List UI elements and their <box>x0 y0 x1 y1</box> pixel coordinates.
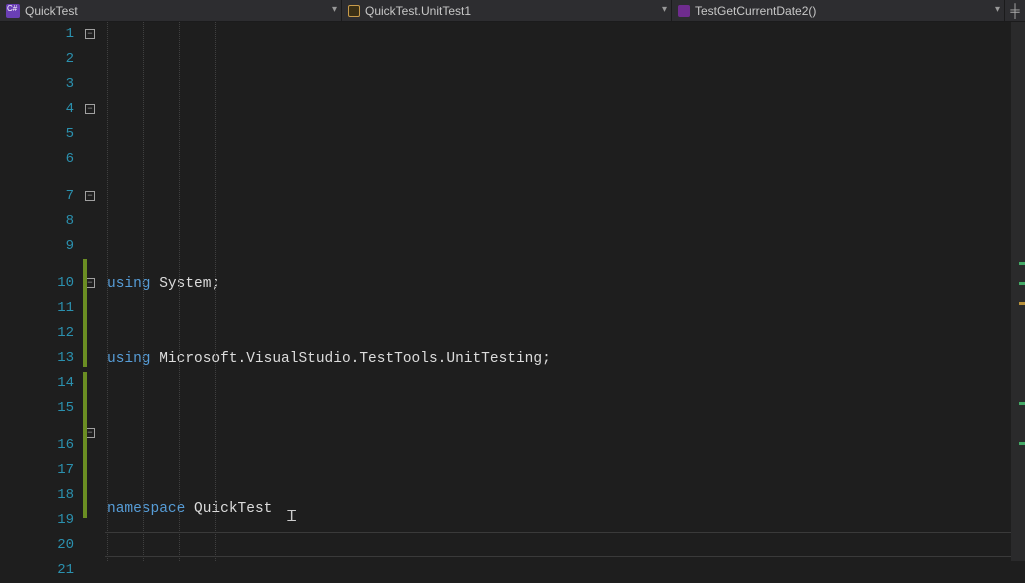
line-number: 4 <box>0 97 74 122</box>
chevron-down-icon: ▾ <box>995 4 1000 15</box>
code-line[interactable] <box>107 422 1025 447</box>
line-number: 20 <box>0 533 74 558</box>
nav-method-label: TestGetCurrentDate2() <box>695 4 816 18</box>
code-line[interactable]: using Microsoft.VisualStudio.TestTools.U… <box>107 347 1025 372</box>
line-number: 2 <box>0 47 74 72</box>
line-number: 10 <box>0 259 74 296</box>
change-marker <box>83 259 87 367</box>
line-number: 19 <box>0 508 74 533</box>
chevron-down-icon: ▾ <box>662 4 667 15</box>
line-number-gutter: 1 2 3 4 5 6 7 8 9 10 11 12 13 14 15 16 1… <box>0 22 83 561</box>
nav-class-dropdown[interactable]: QuickTest.UnitTest1 ▾ <box>342 0 672 21</box>
chevron-down-icon: ▾ <box>332 4 337 15</box>
fold-toggle[interactable]: − <box>85 191 95 201</box>
line-number: 12 <box>0 321 74 346</box>
line-number: 6 <box>0 147 74 172</box>
nav-class-label: QuickTest.UnitTest1 <box>365 4 471 18</box>
code-line[interactable]: using System; <box>107 272 1025 297</box>
line-number: 13 <box>0 346 74 371</box>
line-number: 9 <box>0 234 74 259</box>
line-number: 15 <box>0 396 74 421</box>
nav-project-dropdown[interactable]: QuickTest ▾ <box>0 0 342 21</box>
code-editor[interactable]: 1 2 3 4 5 6 7 8 9 10 11 12 13 14 15 16 1… <box>0 22 1025 561</box>
fold-toggle[interactable]: − <box>85 104 95 114</box>
line-number: 14 <box>0 371 74 396</box>
method-icon <box>678 5 690 17</box>
current-line-highlight <box>105 532 1011 557</box>
nav-method-dropdown[interactable]: TestGetCurrentDate2() ▾ <box>672 0 1005 21</box>
csharp-icon <box>6 4 20 18</box>
fold-toggle[interactable]: − <box>85 29 95 39</box>
line-number: 18 <box>0 483 74 508</box>
line-number: 16 <box>0 421 74 458</box>
line-number: 7 <box>0 172 74 209</box>
line-number: 17 <box>0 458 74 483</box>
line-number: 8 <box>0 209 74 234</box>
navigation-bar: QuickTest ▾ QuickTest.UnitTest1 ▾ TestGe… <box>0 0 1025 22</box>
vertical-scrollbar[interactable] <box>1011 22 1025 561</box>
code-area[interactable]: Ꮖ using System; using Microsoft.VisualSt… <box>105 22 1025 561</box>
nav-project-label: QuickTest <box>25 4 78 18</box>
line-number: 21 <box>0 558 74 583</box>
line-number: 11 <box>0 296 74 321</box>
outline-margin: − − − − − <box>83 22 105 561</box>
split-view-button[interactable]: ╪ <box>1005 3 1025 18</box>
change-marker <box>83 372 87 518</box>
line-number: 5 <box>0 122 74 147</box>
line-number: 3 <box>0 72 74 97</box>
line-number: 1 <box>0 22 74 47</box>
code-line[interactable]: namespace QuickTest <box>107 497 1025 522</box>
class-icon <box>348 5 360 17</box>
